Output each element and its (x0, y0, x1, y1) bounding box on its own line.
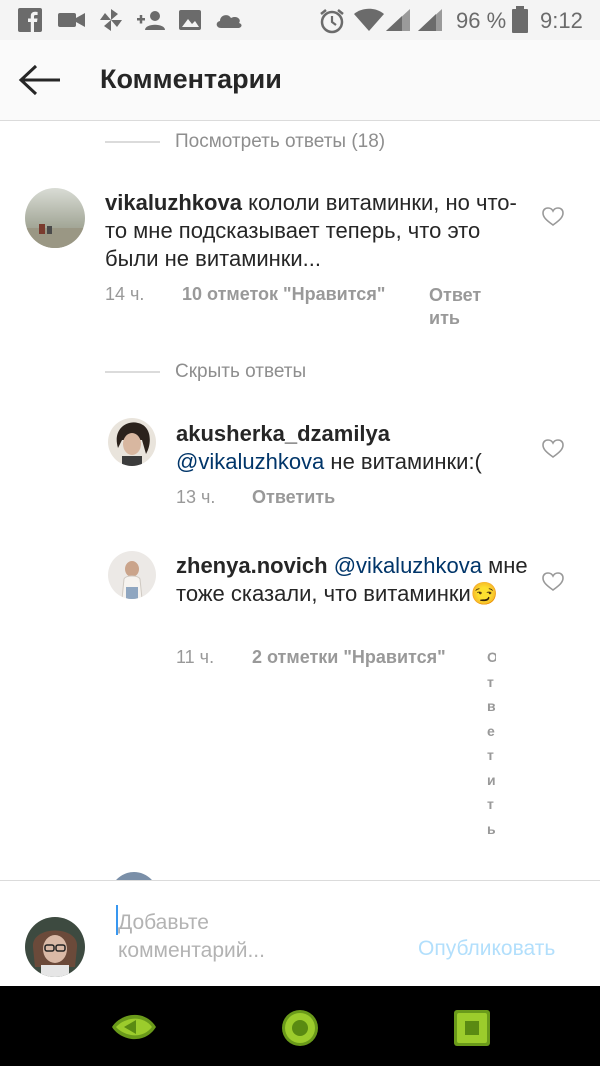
reply-time: 13 ч. (176, 487, 216, 507)
home-nav-icon[interactable] (280, 1008, 320, 1048)
reply-username[interactable]: zhenya.novich (176, 553, 328, 578)
smirk-emoji: 😏 (470, 581, 499, 606)
publish-button[interactable]: Опубликовать (418, 937, 555, 961)
header: Комментарии (0, 40, 600, 121)
page-title: Комментарии (100, 64, 282, 94)
alarm-icon (320, 9, 344, 34)
comment-composer: Добавьте комментарий... Опубликовать (0, 880, 600, 987)
cloud-icon (216, 15, 242, 28)
view-replies-link[interactable]: Посмотреть ответы (18) (175, 131, 385, 153)
facebook-icon (18, 8, 42, 32)
avatar-vikaluzhkova[interactable] (25, 188, 85, 248)
pinwheel-icon (100, 9, 122, 31)
reply-mention[interactable]: @vikaluzhkova (334, 553, 482, 578)
back-arrow-icon[interactable] (18, 64, 62, 96)
divider (105, 371, 160, 373)
clock: 9:12 (540, 8, 583, 33)
wifi-icon (354, 8, 384, 31)
recents-nav-icon[interactable] (454, 1010, 490, 1046)
battery-icon (512, 6, 528, 33)
like-heart-icon[interactable] (542, 207, 564, 227)
reply-likes-link[interactable]: 2 отметки "Нравится" (252, 647, 446, 668)
avatar-image (121, 561, 143, 599)
reply-button-vertical[interactable]: Ответить (487, 645, 496, 841)
reply-username[interactable]: akusherka_dzamilya (176, 420, 536, 448)
my-avatar (25, 917, 85, 977)
reply-button[interactable]: Ответить (252, 487, 335, 508)
avatar-akusherka[interactable] (108, 418, 156, 466)
status-bar: 96 % 9:12 (0, 0, 600, 40)
reply-body: akusherka_dzamilya @vikaluzhkova не вита… (176, 420, 536, 476)
reply-time: 11 ч. (176, 647, 215, 667)
avatar-image (25, 224, 85, 248)
comment-username[interactable]: vikaluzhkova (105, 190, 242, 215)
comment-input[interactable]: Добавьте комментарий... (118, 909, 318, 965)
avatar-next (110, 872, 158, 880)
divider (105, 141, 160, 143)
avatar-image (116, 422, 150, 466)
comment-time: 14 ч. (105, 284, 145, 304)
back-nav-icon[interactable] (110, 1010, 158, 1044)
like-heart-icon[interactable] (542, 439, 564, 459)
add-person-icon (137, 11, 165, 30)
avatar-zhenya[interactable] (108, 551, 156, 599)
comment-reply-button[interactable]: Ответ ить (429, 284, 491, 330)
battery-percent: 96 % (456, 8, 507, 33)
comment-likes-link[interactable]: 10 отметок "Нравится" (182, 284, 385, 305)
next-comment-peek (110, 872, 158, 880)
hide-replies-link[interactable]: Скрыть ответы (175, 361, 306, 383)
image-icon (179, 10, 201, 30)
signal-icon-2 (418, 9, 442, 31)
reply-mention[interactable]: @vikaluzhkova (176, 449, 324, 474)
video-icon (58, 13, 85, 27)
navigation-bar (0, 986, 600, 1066)
reply-text: не витаминки:( (330, 449, 482, 474)
reply-body: zhenya.novich @vikaluzhkova мне тоже ска… (176, 552, 536, 608)
comment-body: vikaluzhkova кололи витаминки, но что-то… (105, 189, 525, 273)
signal-icon (386, 9, 410, 31)
like-heart-icon[interactable] (542, 572, 564, 592)
avatar-image (32, 930, 78, 977)
